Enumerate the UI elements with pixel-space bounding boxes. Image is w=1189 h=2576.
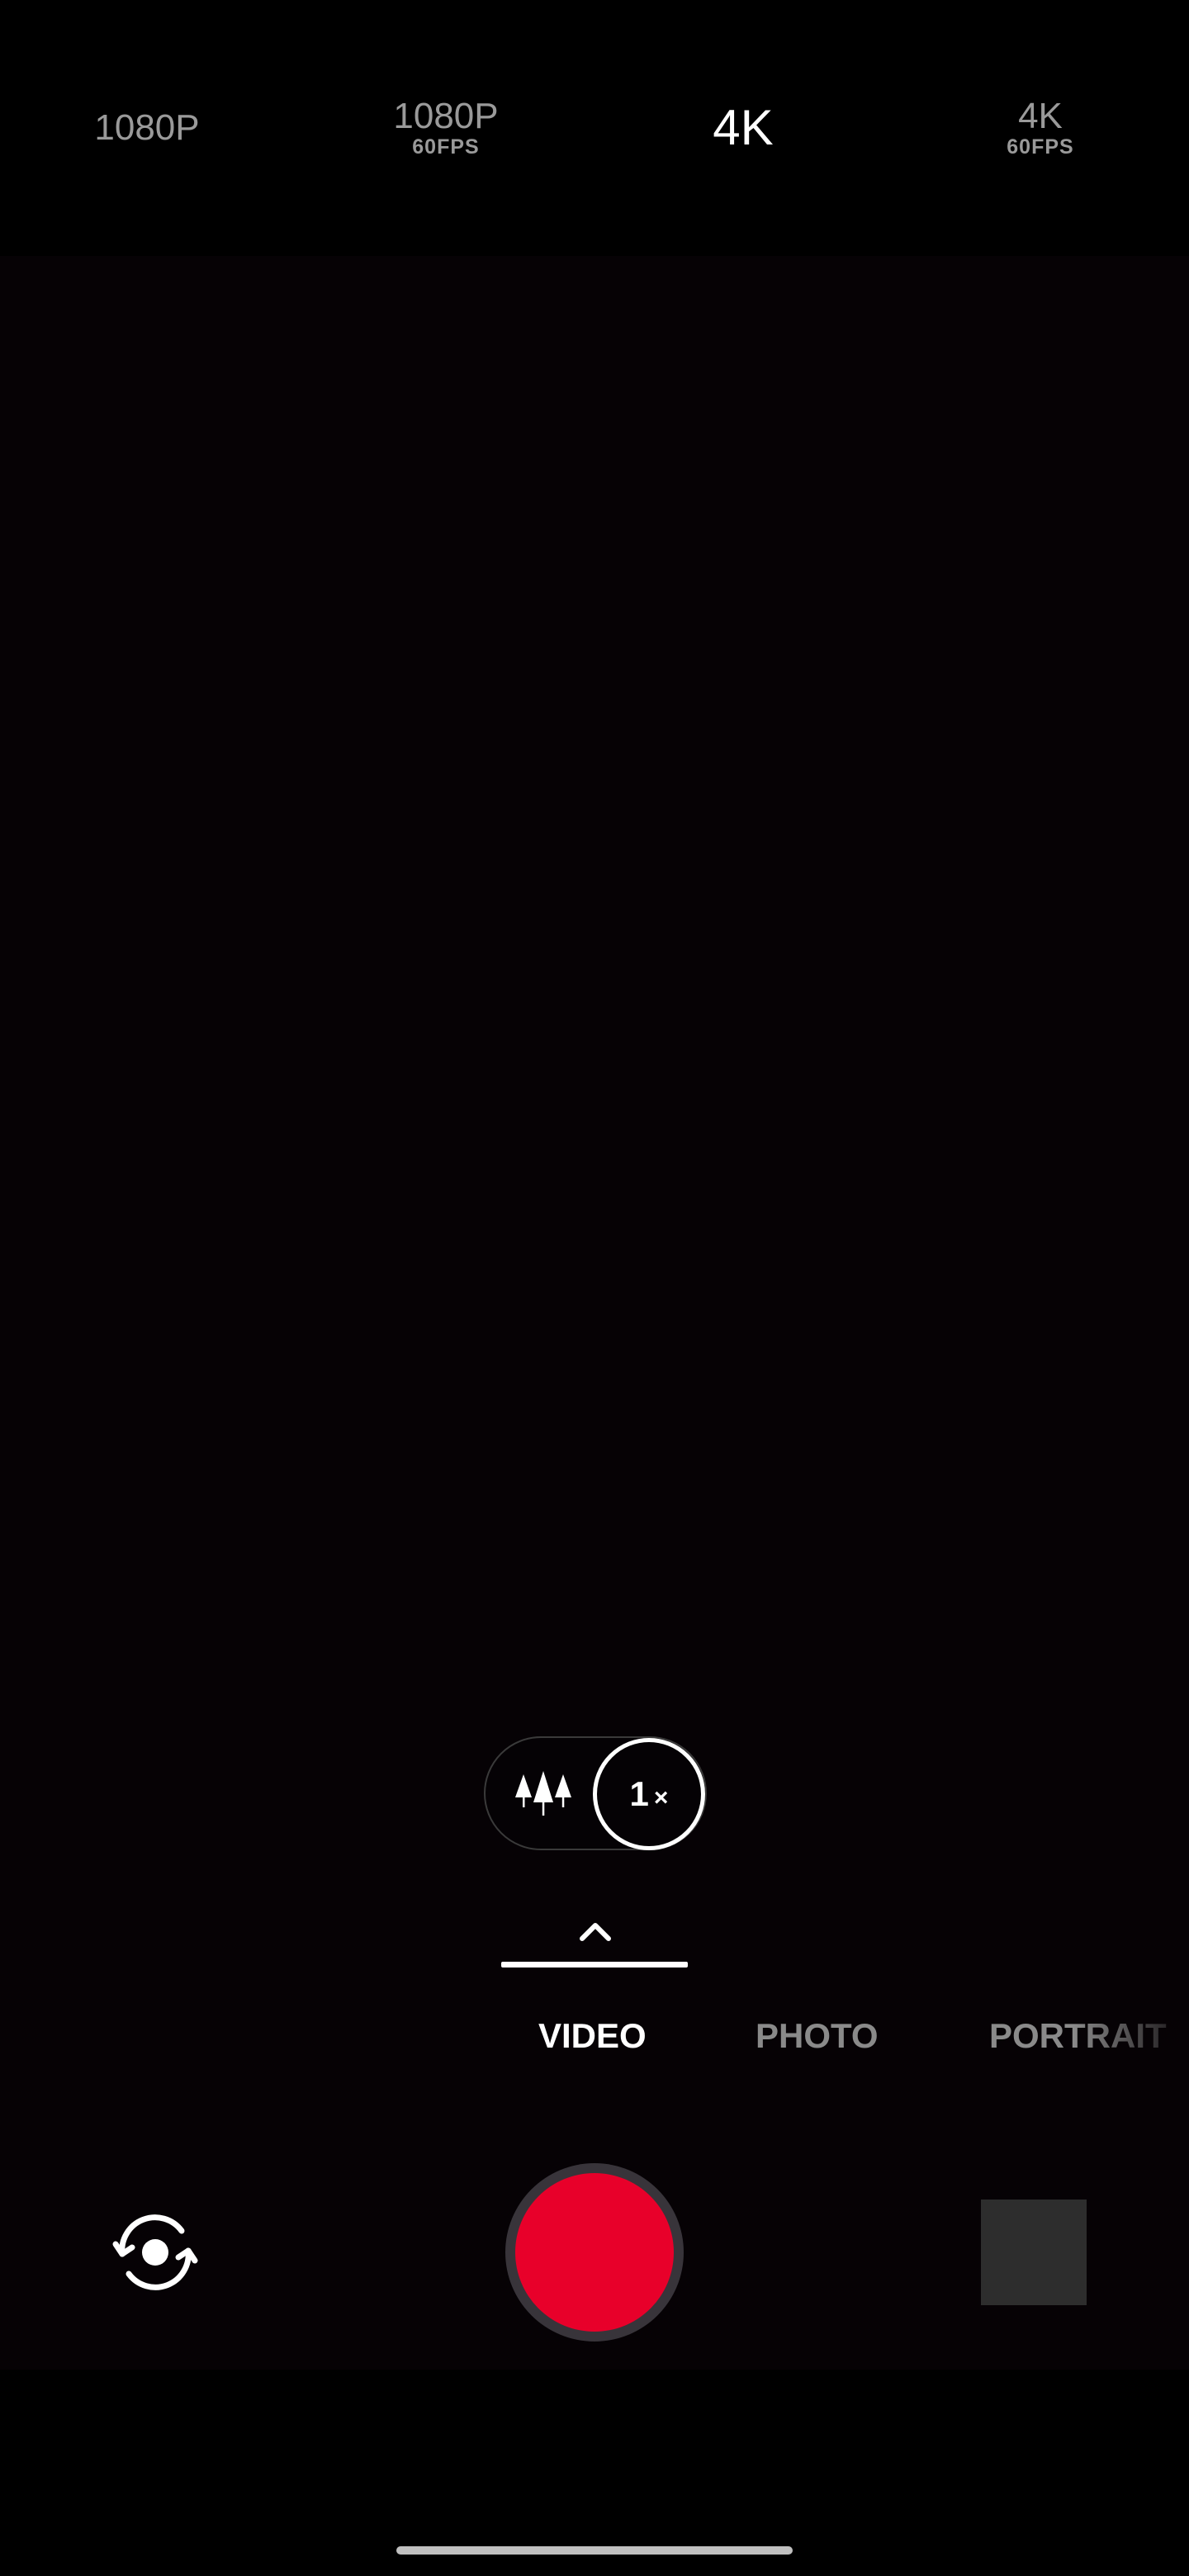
wide-lens-button[interactable] — [510, 1763, 576, 1825]
camera-app: 1080P 1080P 60FPS 4K 4K 60FPS 1 × VIDEO … — [0, 0, 1189, 2576]
trees-icon — [515, 1771, 571, 1816]
zoom-1x-button[interactable]: 1 × — [593, 1738, 705, 1850]
zoom-selector: 1 × — [484, 1736, 707, 1850]
flip-camera-button[interactable] — [106, 2203, 205, 2302]
chevron-up-icon — [580, 1923, 611, 1941]
mode-portrait[interactable]: PORTRAIT — [989, 2016, 1167, 2066]
mode-label: PHOTO — [756, 2016, 879, 2055]
mode-drawer-handle[interactable] — [500, 1907, 689, 1973]
mode-photo[interactable]: PHOTO — [756, 2016, 879, 2066]
resolution-4k-60fps[interactable]: 4K 60FPS — [983, 0, 1098, 256]
zoom-level-suffix: × — [653, 1784, 669, 1811]
mode-label: VIDEO — [538, 2016, 647, 2055]
drawer-handle-bar — [501, 1962, 688, 1968]
record-button-inner — [515, 2173, 674, 2332]
resolution-label: 1080P — [94, 107, 200, 148]
resolution-label: 4K — [713, 100, 774, 155]
home-gesture-bar[interactable] — [396, 2546, 793, 2555]
resolution-bar: 1080P 1080P 60FPS 4K 4K 60FPS — [0, 0, 1189, 256]
resolution-fps-label: 60FPS — [1007, 135, 1074, 159]
mode-video[interactable]: VIDEO — [538, 2016, 647, 2066]
resolution-4k[interactable]: 4K — [685, 0, 801, 256]
mode-label: PORTRAIT — [989, 2016, 1167, 2055]
resolution-fps-label: 60FPS — [412, 135, 480, 159]
resolution-label: 1080P — [393, 96, 499, 136]
gallery-thumbnail[interactable] — [981, 2200, 1087, 2305]
resolution-label: 4K — [1018, 96, 1063, 136]
resolution-1080p-60fps[interactable]: 1080P 60FPS — [380, 0, 512, 256]
camera-switch-icon — [112, 2214, 198, 2290]
record-button[interactable] — [505, 2163, 684, 2342]
resolution-1080p[interactable]: 1080P — [81, 0, 213, 256]
zoom-level-number: 1 — [629, 1774, 649, 1813]
